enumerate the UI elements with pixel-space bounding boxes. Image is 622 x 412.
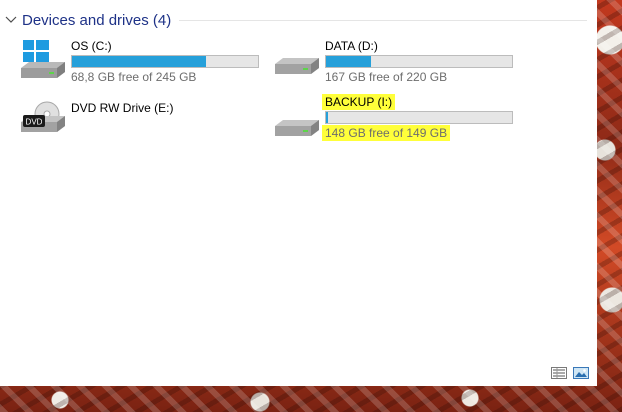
chevron-down-icon[interactable] [0, 8, 22, 32]
drive-free-space: 167 GB free of 220 GB [325, 70, 448, 84]
dvd-drive-icon: DVD [19, 100, 69, 152]
hard-drive-icon [273, 38, 323, 90]
hard-drive-icon [273, 100, 323, 152]
details-view-icon[interactable] [551, 366, 567, 379]
drive-usage-bar [71, 55, 259, 68]
large-icons-view-icon[interactable] [573, 366, 589, 379]
group-title: Devices and drives (4) [22, 11, 172, 29]
drive-backup-i[interactable]: BACKUP (I:) 148 GB free of 149 GB [273, 94, 523, 146]
windows-drive-icon [19, 38, 69, 90]
group-divider [179, 19, 587, 21]
drive-usage-bar [325, 111, 513, 124]
drive-usage-fill [326, 112, 328, 123]
highlight-marker: 148 GB free of 149 GB [322, 125, 451, 141]
drive-name: DVD RW Drive (E:) [71, 101, 174, 115]
highlight-marker: BACKUP (I:) [322, 94, 396, 110]
drive-name: OS (C:) [71, 39, 112, 53]
drive-free-space: 148 GB free of 149 GB [322, 125, 451, 141]
drive-dvd-e[interactable]: DVD DVD RW Drive (E:) [19, 100, 269, 152]
drive-name: DATA (D:) [325, 39, 378, 53]
drive-data-d[interactable]: DATA (D:) 167 GB free of 220 GB [273, 38, 523, 90]
drive-os-c[interactable]: OS (C:) 68,8 GB free of 245 GB [19, 38, 269, 90]
drive-usage-fill [326, 56, 371, 67]
drive-free-space: 68,8 GB free of 245 GB [71, 70, 197, 84]
group-header-devices-and-drives[interactable]: Devices and drives (4) [0, 8, 597, 32]
drive-usage-fill [72, 56, 206, 67]
drive-usage-bar [325, 55, 513, 68]
view-toggle [551, 366, 589, 379]
explorer-content-pane: Devices and drives (4) OS (C:) 68,8 GB f… [0, 0, 597, 386]
dvd-badge-label: DVD [26, 118, 43, 127]
drive-name: BACKUP (I:) [322, 94, 396, 110]
